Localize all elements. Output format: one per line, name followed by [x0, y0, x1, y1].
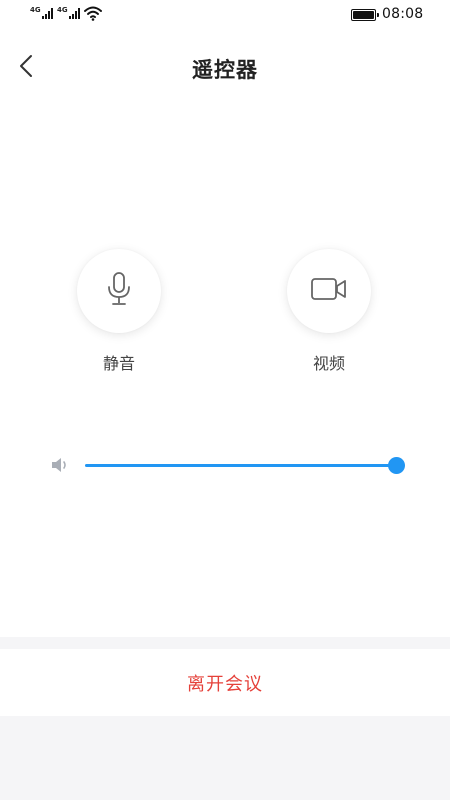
video-control: 视频: [287, 249, 371, 374]
video-label: 视频: [312, 354, 345, 373]
section-divider: [0, 637, 450, 649]
video-button[interactable]: [287, 249, 371, 333]
leave-meeting-button[interactable]: 离开会议: [0, 649, 450, 716]
microphone-icon: [106, 272, 132, 310]
nav-bar: 遥控器: [0, 40, 450, 96]
page-title: 遥控器: [192, 58, 258, 82]
mute-button[interactable]: [77, 249, 161, 333]
network-type-label: 4G: [30, 6, 41, 14]
status-bar: 4G 4G 08:08: [0, 0, 450, 30]
volume-control: [50, 452, 410, 478]
signal-icon: 4G: [57, 7, 81, 19]
network-type-label: 4G: [57, 6, 68, 14]
bottom-area: [0, 716, 450, 800]
volume-slider-track[interactable]: [85, 464, 396, 467]
speaker-icon: [50, 455, 72, 479]
mute-label: 静音: [102, 354, 135, 373]
status-time: 08:08: [382, 6, 424, 22]
wifi-icon: [84, 6, 102, 25]
video-camera-icon: [311, 277, 347, 305]
signal-icon: 4G: [30, 7, 54, 19]
battery-icon: [351, 9, 379, 21]
mute-control: 静音: [77, 249, 161, 374]
volume-slider-thumb[interactable]: [387, 457, 405, 474]
